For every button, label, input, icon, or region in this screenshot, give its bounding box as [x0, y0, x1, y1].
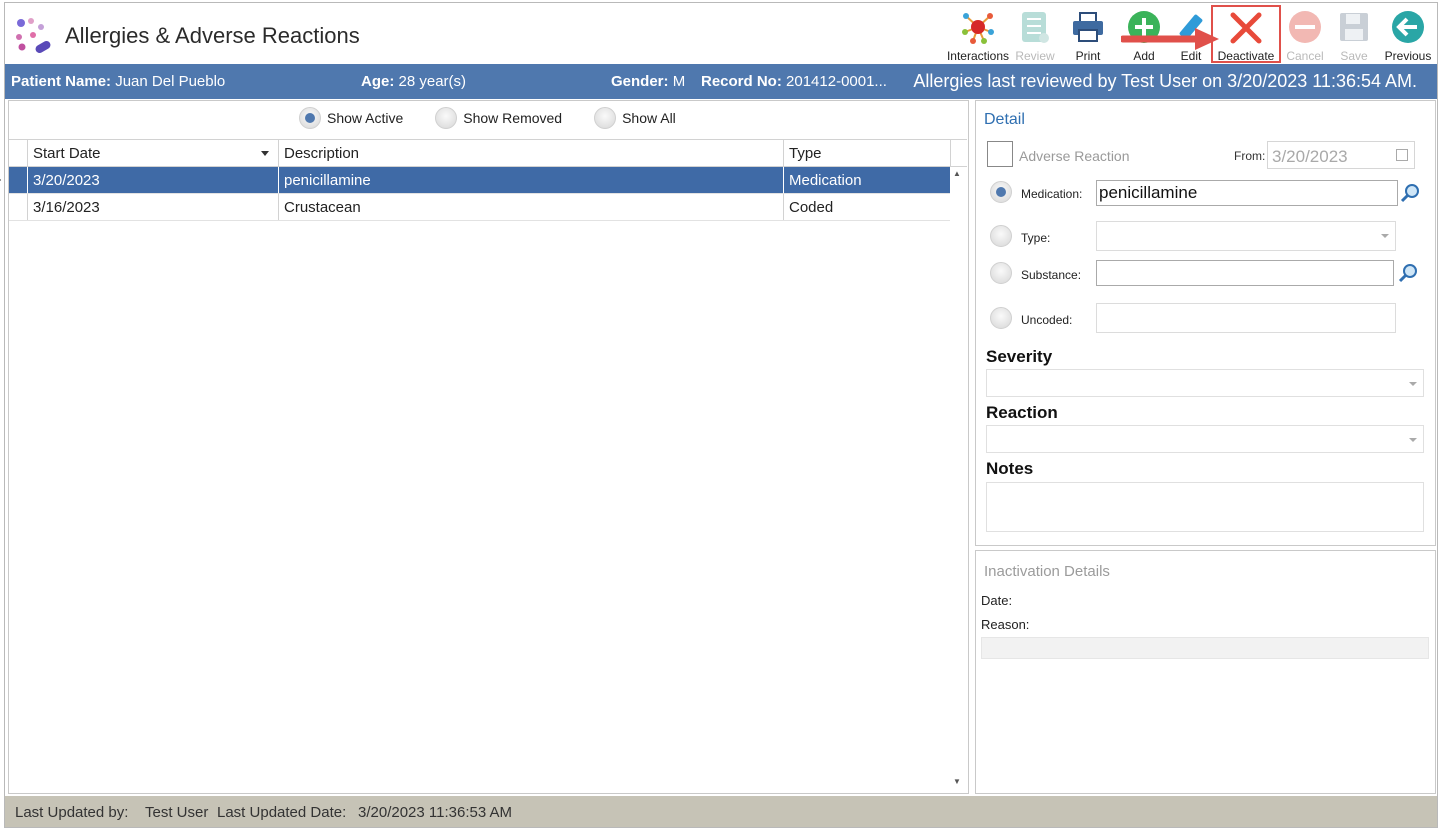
notes-label: Notes — [986, 459, 1034, 478]
review-checklist-icon — [1017, 9, 1053, 45]
scroll-up-icon[interactable]: ▲ — [951, 169, 963, 181]
chevron-down-icon — [1381, 234, 1389, 238]
interactions-icon — [960, 9, 996, 45]
patient-record-number: Record No: 201412-0001... — [701, 73, 887, 90]
previous-button[interactable]: Previous — [1379, 5, 1437, 63]
print-button[interactable]: Print — [1059, 5, 1117, 63]
column-header-type[interactable]: Type — [789, 145, 822, 162]
arrow-left-circle-icon — [1390, 9, 1426, 45]
chevron-down-icon — [1409, 438, 1417, 442]
scroll-down-icon[interactable]: ▼ — [951, 777, 963, 789]
show-active-radio[interactable]: Show Active — [299, 107, 403, 129]
pills-logo-icon — [16, 18, 51, 53]
page-title: Allergies & Adverse Reactions — [65, 23, 360, 48]
review-button[interactable]: Review — [1011, 5, 1059, 63]
substance-label: Substance: — [1021, 268, 1082, 282]
row-indicator-icon — [0, 176, 1, 184]
inactivation-reason-field[interactable] — [981, 637, 1429, 659]
adverse-reaction-checkbox[interactable] — [987, 141, 1013, 167]
floppy-disk-icon — [1336, 9, 1372, 45]
reaction-label: Reaction — [986, 403, 1058, 422]
filter-radio-group: Show Active Show Removed Show All — [299, 107, 676, 129]
status-bar: Last Updated by: Test User Last Updated … — [5, 796, 1437, 827]
adverse-reaction-label: Adverse Reaction — [1019, 148, 1130, 164]
last-updated-date-value: 3/20/2023 11:36:53 AM — [358, 804, 513, 821]
deactivate-button[interactable]: Deactivate — [1211, 5, 1281, 63]
inactivation-date-label: Date: — [981, 593, 1013, 608]
patient-age: Age: 28 year(s) — [361, 73, 467, 90]
last-updated-by-value: Test User — [145, 804, 209, 821]
minus-circle-icon — [1287, 9, 1323, 45]
table-row[interactable]: 3/16/2023 Crustacean Coded — [9, 194, 950, 221]
cancel-button[interactable]: Cancel — [1281, 5, 1329, 63]
medication-label: Medication: — [1021, 187, 1083, 201]
allergy-grid: Start Date Description Type 3/20/2023 pe… — [0, 139, 967, 221]
printer-icon — [1070, 9, 1106, 45]
from-label: From: — [1234, 149, 1266, 163]
last-reviewed-text: Allergies last reviewed by Test User on … — [913, 71, 1417, 91]
type-select[interactable] — [1096, 221, 1396, 251]
search-icon[interactable] — [1399, 182, 1421, 204]
sort-dropdown-icon[interactable] — [261, 151, 269, 156]
show-removed-radio[interactable]: Show Removed — [435, 107, 562, 129]
annotation-arrow-icon — [1121, 28, 1219, 50]
notes-textarea[interactable] — [986, 482, 1424, 532]
inactivation-reason-label: Reason: — [981, 617, 1030, 632]
medication-field[interactable]: penicillamine — [1096, 180, 1398, 206]
severity-select[interactable] — [986, 369, 1424, 397]
grid-header: Start Date Description Type — [9, 139, 967, 167]
search-icon[interactable] — [1397, 262, 1419, 284]
x-close-icon — [1228, 11, 1264, 45]
interactions-button[interactable]: Interactions — [945, 5, 1011, 63]
patient-gender: Gender: M — [611, 73, 686, 90]
type-radio[interactable] — [990, 225, 1012, 247]
substance-field[interactable] — [1096, 260, 1394, 286]
from-date-field[interactable]: 3/20/2023 — [1267, 141, 1415, 169]
reaction-select[interactable] — [986, 425, 1424, 453]
inactivation-title: Inactivation Details — [984, 563, 1110, 580]
detail-title: Detail — [984, 111, 1025, 128]
medication-radio[interactable] — [990, 181, 1012, 203]
substance-radio[interactable] — [990, 262, 1012, 284]
patient-name: Patient Name: Juan Del Pueblo — [11, 73, 226, 90]
last-updated-by-label: Last Updated by: — [15, 804, 129, 821]
uncoded-label: Uncoded: — [1021, 313, 1073, 327]
show-all-radio[interactable]: Show All — [594, 107, 676, 129]
inactivation-details-panel: Inactivation Details Date: Reason: — [975, 550, 1436, 794]
allergy-list-panel: Show Active Show Removed Show All Start … — [0, 100, 969, 794]
column-header-start-date[interactable]: Start Date — [33, 145, 101, 162]
last-updated-date-label: Last Updated Date: — [217, 804, 347, 821]
allergies-window: Allergies & Adverse Reactions Interactio… — [0, 2, 1438, 828]
chevron-down-icon — [1409, 382, 1417, 386]
detail-panel: Detail Adverse Reaction From: 3/20/2023 … — [975, 100, 1436, 546]
type-label: Type: — [1021, 231, 1051, 245]
uncoded-field[interactable] — [1096, 303, 1396, 333]
severity-label: Severity — [986, 347, 1053, 366]
calendar-icon[interactable] — [1396, 149, 1408, 161]
uncoded-radio[interactable] — [990, 307, 1012, 329]
save-button[interactable]: Save — [1329, 5, 1379, 63]
table-row[interactable]: 3/20/2023 penicillamine Medication — [0, 167, 950, 194]
column-header-description[interactable]: Description — [284, 145, 359, 162]
patient-info-bar: Patient Name: Juan Del Pueblo Age: 28 ye… — [5, 64, 1437, 99]
title-bar: Allergies & Adverse Reactions Interactio… — [5, 3, 1437, 65]
